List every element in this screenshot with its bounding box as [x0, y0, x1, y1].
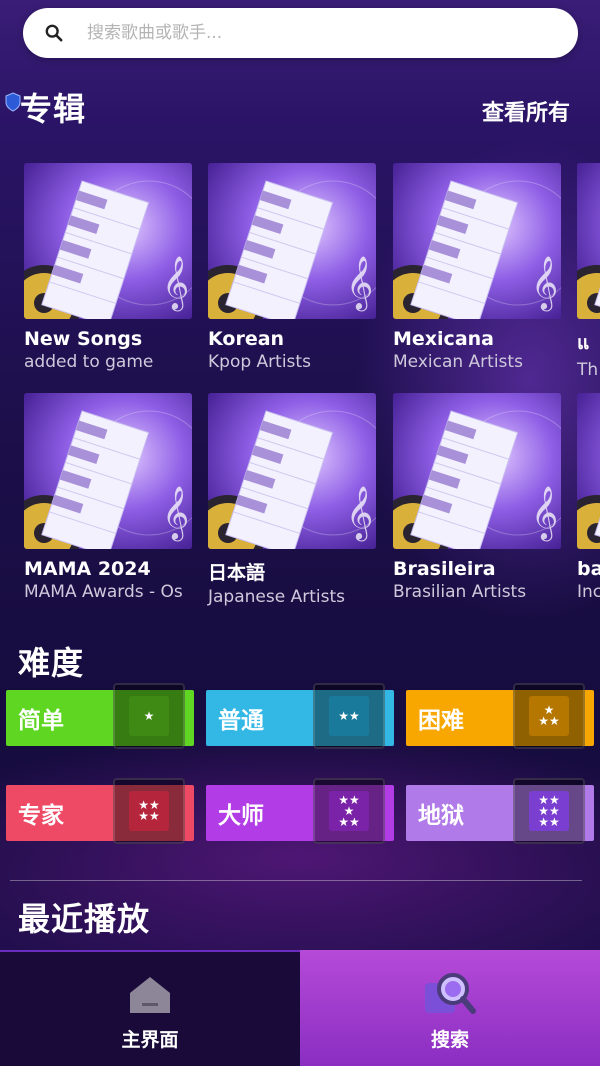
album-title: Brasileira	[393, 558, 496, 580]
star-icon: ★★ ★ ★★	[329, 791, 369, 831]
album-cover: 𝄞	[24, 163, 192, 319]
difficulty-badge: ★	[113, 683, 185, 749]
album-card[interactable]: 𝄞 New Songs added to game	[24, 163, 192, 372]
difficulty-tile[interactable]: 困难 ★ ★★	[406, 683, 594, 749]
difficulty-label: 普通	[218, 708, 264, 734]
difficulty-tile[interactable]: 简单 ★	[6, 683, 194, 749]
difficulty-heading: 难度	[18, 644, 85, 682]
album-cover: 𝄞	[393, 163, 561, 319]
piano-cover-art: 𝄞	[24, 163, 192, 319]
album-card[interactable]: 𝄞 Brasileira Brasilian Artists	[393, 393, 561, 602]
difficulty-badge: ★ ★★	[513, 683, 585, 749]
album-subtitle: added to game	[24, 352, 154, 372]
difficulty-badge: ★★	[313, 683, 385, 749]
album-card[interactable]: 𝄞 MAMA 2024 MAMA Awards - Os	[24, 393, 192, 602]
album-title: Mexicana	[393, 328, 494, 350]
difficulty-tile[interactable]: 普通 ★★	[206, 683, 394, 749]
tab-home-label: 主界面	[121, 1029, 179, 1051]
see-all-link[interactable]: 查看所有	[482, 95, 570, 127]
difficulty-badge: ★★ ★ ★★	[313, 778, 385, 844]
album-title: ba	[577, 558, 600, 580]
difficulty-label: 地狱	[418, 803, 464, 829]
svg-text:𝄞: 𝄞	[346, 255, 373, 311]
tab-home[interactable]: 主界面	[0, 950, 300, 1066]
tab-search-label: 搜索	[430, 1029, 469, 1051]
album-cover: 𝄞	[24, 393, 192, 549]
piano-cover-art: 𝄞	[393, 163, 561, 319]
svg-text:𝄞: 𝄞	[346, 485, 373, 541]
piano-cover-art: 𝄞	[208, 393, 376, 549]
divider	[10, 880, 582, 881]
album-row: 𝄞 MAMA 2024 MAMA Awards - Os 𝄞 日本語 Japanese A…	[0, 393, 600, 623]
album-title: แ	[577, 332, 590, 354]
album-cover: 𝄞	[393, 393, 561, 549]
star-icon: ★	[129, 696, 169, 736]
album-subtitle: Brasilian Artists	[393, 582, 527, 602]
album-card[interactable]: 𝄞 baInc	[577, 393, 600, 602]
star-icon: ★★ ★★ ★★	[529, 791, 569, 831]
search-input[interactable]	[85, 22, 509, 44]
difficulty-badge: ★★ ★★	[113, 778, 185, 844]
star-icon: ★ ★★	[529, 696, 569, 736]
difficulty-tile[interactable]: 大师 ★★ ★ ★★	[206, 778, 394, 844]
album-cover: 𝄞	[208, 163, 376, 319]
svg-text:𝄞: 𝄞	[531, 255, 558, 311]
album-subtitle: Japanese Artists	[208, 587, 345, 607]
piano-cover-art: 𝄞	[24, 393, 192, 549]
search-icon	[45, 24, 63, 42]
album-cover: 𝄞	[208, 393, 376, 549]
album-subtitle: Inc	[577, 582, 600, 602]
svg-text:𝄞: 𝄞	[162, 255, 189, 311]
difficulty-label: 大师	[218, 803, 264, 829]
svg-text:𝄞: 𝄞	[162, 485, 189, 541]
album-row: 𝄞 New Songs added to game 𝄞 Korean Kpop Artis…	[0, 163, 600, 393]
album-subtitle: Th	[577, 360, 599, 380]
search-bar[interactable]	[23, 8, 578, 58]
magnifier-icon	[425, 973, 476, 1014]
album-title: New Songs	[24, 328, 143, 350]
album-subtitle: Mexican Artists	[393, 352, 523, 372]
album-title: 日本語	[208, 562, 266, 584]
tab-bar: 主界面 搜索	[0, 950, 600, 1066]
piano-cover-art: 𝄞	[393, 393, 561, 549]
album-title: MAMA 2024	[24, 558, 151, 580]
album-cover: 𝄞	[577, 163, 600, 319]
difficulty-label: 专家	[18, 803, 64, 829]
album-card[interactable]: 𝄞 Mexicana Mexican Artists	[393, 163, 561, 372]
difficulty-label: 困难	[418, 708, 464, 734]
difficulty-tile[interactable]: 地狱 ★★ ★★ ★★	[406, 778, 594, 844]
svg-text:𝄞: 𝄞	[531, 485, 558, 541]
album-subtitle: Kpop Artists	[208, 352, 311, 372]
star-icon: ★★ ★★	[129, 791, 169, 831]
star-icon: ★★	[329, 696, 369, 736]
album-title: Korean	[208, 328, 285, 350]
album-card[interactable]: 𝄞 Korean Kpop Artists	[208, 163, 376, 372]
piano-cover-art: 𝄞	[208, 163, 376, 319]
tab-search[interactable]: 搜索	[300, 950, 600, 1066]
albums-heading: 专辑	[20, 90, 87, 128]
piano-cover-art: 𝄞	[577, 163, 600, 319]
piano-cover-art: 𝄞	[577, 393, 600, 549]
difficulty-tile[interactable]: 专家 ★★ ★★	[6, 778, 194, 844]
difficulty-badge: ★★ ★★ ★★	[513, 778, 585, 844]
album-card[interactable]: 𝄞 日本語 Japanese Artists	[208, 393, 376, 607]
album-card[interactable]: 𝄞 แ Th	[577, 163, 600, 380]
album-subtitle: MAMA Awards - Os	[24, 582, 183, 602]
album-cover: 𝄞	[577, 393, 600, 549]
home-icon	[130, 977, 170, 1013]
recent-heading: 最近播放	[18, 900, 151, 938]
difficulty-label: 简单	[18, 708, 64, 734]
